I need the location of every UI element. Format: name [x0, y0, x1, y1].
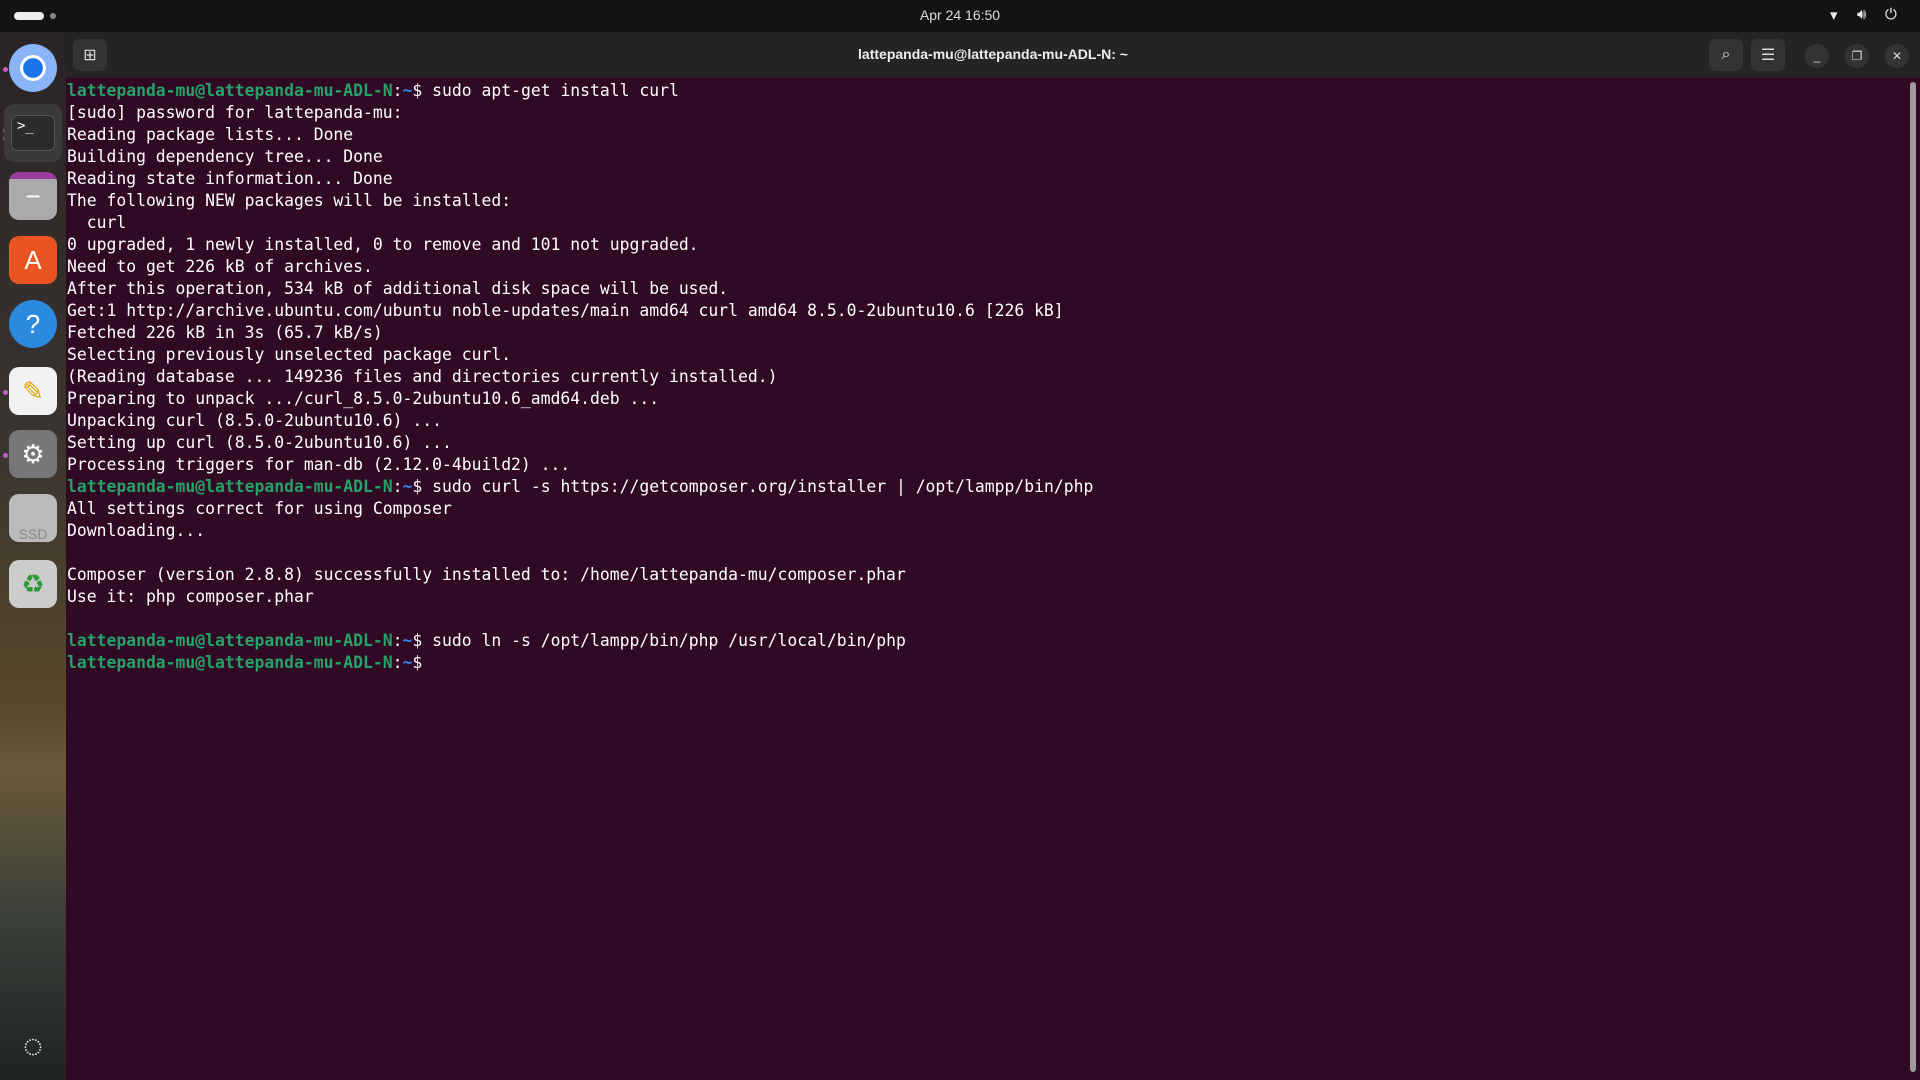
app-center-icon[interactable]: A	[9, 236, 57, 284]
output-line: Unpacking curl (8.5.0-2ubuntu10.6) ...	[67, 410, 1920, 432]
close-button[interactable]: ✕	[1885, 44, 1909, 68]
output-line: Reading state information... Done	[67, 168, 1920, 190]
output-line: Fetched 226 kB in 3s (65.7 kB/s)	[67, 322, 1920, 344]
prompt-user: lattepanda-mu@lattepanda-mu-ADL-N	[67, 477, 393, 496]
output-line: Use it: php composer.phar	[67, 586, 1920, 608]
minimize-button[interactable]: _	[1805, 44, 1829, 68]
files-icon[interactable]: −	[9, 172, 57, 220]
command-line: lattepanda-mu@lattepanda-mu-ADL-N:~$ sud…	[67, 80, 1920, 102]
power-icon[interactable]: ⏻	[1885, 6, 1897, 23]
output-line: Setting up curl (8.5.0-2ubuntu10.6) ...	[67, 432, 1920, 454]
window-title: lattepanda-mu@lattepanda-mu-ADL-N: ~	[66, 46, 1920, 62]
trash-icon[interactable]: ♻	[9, 560, 57, 608]
output-line: ​	[67, 608, 1920, 630]
command-line: lattepanda-mu@lattepanda-mu-ADL-N:~$ sud…	[67, 476, 1920, 498]
terminal-window: ⊞ lattepanda-mu@lattepanda-mu-ADL-N: ~ ⌕…	[66, 32, 1920, 1080]
output-line: Downloading...	[67, 520, 1920, 542]
command-line: lattepanda-mu@lattepanda-mu-ADL-N:~$ sud…	[67, 630, 1920, 652]
prompt-user: lattepanda-mu@lattepanda-mu-ADL-N	[67, 81, 393, 100]
terminal-icon[interactable]: >_	[4, 104, 62, 162]
clock[interactable]: Apr 24 16:50	[0, 7, 1920, 23]
top-bar: Apr 24 16:50 ▾ 🔊︎ ⏻	[0, 0, 1920, 32]
wifi-icon[interactable]: ▾	[1830, 6, 1838, 24]
output-line: Processing triggers for man-db (2.12.0-4…	[67, 454, 1920, 476]
title-bar[interactable]: ⊞ lattepanda-mu@lattepanda-mu-ADL-N: ~ ⌕…	[66, 32, 1920, 78]
maximize-button[interactable]: ❐	[1845, 44, 1869, 68]
output-line: After this operation, 534 kB of addition…	[67, 278, 1920, 300]
scrollbar[interactable]	[1910, 82, 1916, 1072]
output-line: Building dependency tree... Done	[67, 146, 1920, 168]
output-line: Preparing to unpack .../curl_8.5.0-2ubun…	[67, 388, 1920, 410]
command-text: sudo ln -s /opt/lampp/bin/php /usr/local…	[432, 631, 906, 650]
menu-button[interactable]: ☰	[1751, 39, 1785, 71]
output-line: (Reading database ... 149236 files and d…	[67, 366, 1920, 388]
dock: >_ − A ? ✎ ⚙ SSD ♻ ◌	[0, 32, 66, 1080]
command-line: lattepanda-mu@lattepanda-mu-ADL-N:~$ ​	[67, 652, 1920, 674]
output-line: Get:1 http://archive.ubuntu.com/ubuntu n…	[67, 300, 1920, 322]
prompt-path: ~	[403, 631, 413, 650]
output-line: 0 upgraded, 1 newly installed, 0 to remo…	[67, 234, 1920, 256]
output-line: All settings correct for using Composer	[67, 498, 1920, 520]
output-line: curl	[67, 212, 1920, 234]
settings-icon[interactable]: ⚙	[9, 430, 57, 478]
terminal-output[interactable]: lattepanda-mu@lattepanda-mu-ADL-N:~$ sud…	[66, 78, 1920, 1080]
prompt-path: ~	[403, 477, 413, 496]
output-line: Reading package lists... Done	[67, 124, 1920, 146]
show-apps-icon[interactable]: ◌	[9, 1022, 57, 1070]
prompt-user: lattepanda-mu@lattepanda-mu-ADL-N	[67, 653, 393, 672]
output-line: The following NEW packages will be insta…	[67, 190, 1920, 212]
text-editor-icon[interactable]: ✎	[9, 367, 57, 415]
output-line: Composer (version 2.8.8) successfully in…	[67, 564, 1920, 586]
prompt-path: ~	[403, 81, 413, 100]
output-line: ​	[67, 542, 1920, 564]
chromium-icon[interactable]	[9, 44, 57, 92]
output-line: Selecting previously unselected package …	[67, 344, 1920, 366]
volume-icon[interactable]: 🔊︎	[1857, 6, 1866, 23]
help-icon[interactable]: ?	[9, 300, 57, 348]
prompt-path: ~	[403, 653, 413, 672]
command-text: sudo curl -s https://getcomposer.org/ins…	[432, 477, 1093, 496]
command-text: sudo apt-get install curl	[432, 81, 679, 100]
search-button[interactable]: ⌕	[1709, 39, 1743, 71]
ssd-drive-icon[interactable]: SSD	[9, 494, 57, 542]
output-line: [sudo] password for lattepanda-mu:	[67, 102, 1920, 124]
prompt-user: lattepanda-mu@lattepanda-mu-ADL-N	[67, 631, 393, 650]
output-line: Need to get 226 kB of archives.	[67, 256, 1920, 278]
